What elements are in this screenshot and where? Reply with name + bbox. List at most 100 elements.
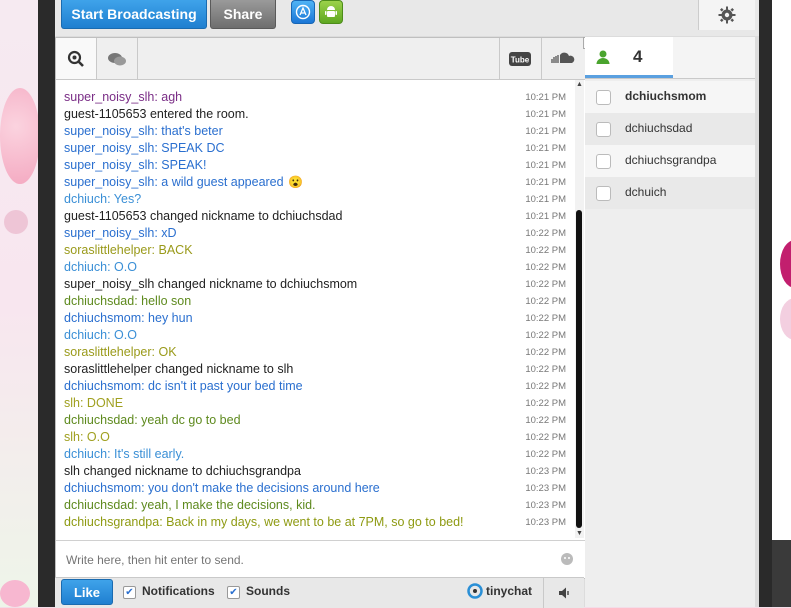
start-broadcasting-button[interactable]: Start Broadcasting	[61, 0, 207, 29]
background-left	[0, 0, 42, 607]
notifications-checkbox[interactable]: ✔	[123, 586, 136, 599]
message-list: super_noisy_slh: agh 10:21 PM guest-110565…	[56, 80, 576, 538]
decorative-dot	[780, 298, 791, 340]
chat-message-time: 10:22 PM	[525, 228, 566, 239]
chat-message-text: dchiuchsdad: yeah, I make the decisions,…	[64, 498, 316, 512]
scroll-down-arrow-icon[interactable]: ▼	[576, 530, 583, 537]
chat-message-time: 10:22 PM	[525, 347, 566, 358]
tinychat-logo[interactable]: tinychat	[467, 583, 532, 599]
scrollbar-thumb[interactable]	[576, 210, 582, 528]
surprised-emoji-icon: 😮	[288, 175, 303, 189]
chat-message: super_noisy_slh: agh 10:21 PM	[64, 89, 572, 106]
chat-message-text: super_noisy_slh: SPEAK!	[64, 158, 207, 172]
user-select-checkbox[interactable]	[596, 122, 611, 137]
sounds-checkbox[interactable]: ✔	[227, 586, 240, 599]
chat-message: dchiuchsmom: dc isn't it past your bed t…	[64, 378, 572, 395]
user-select-checkbox[interactable]	[596, 90, 611, 105]
chat-message-time: 10:22 PM	[525, 330, 566, 341]
chat-message-text: slh changed nickname to dchiuchsgrandpa	[64, 464, 301, 478]
emoticon-icon[interactable]	[560, 552, 574, 569]
scroll-up-arrow-icon[interactable]: ▲	[576, 81, 583, 88]
share-button[interactable]: Share	[210, 0, 276, 29]
frame-right	[758, 0, 772, 607]
chat-tabs: Tube	[56, 38, 585, 80]
user-list-item[interactable]: dchuich	[585, 177, 755, 209]
chat-message-text: super_noisy_slh: SPEAK DC	[64, 141, 225, 155]
user-list-item[interactable]: dchiuchsgrandpa	[585, 145, 755, 177]
chat-message: slh: O.O 10:22 PM	[64, 429, 572, 446]
chat-message: super_noisy_slh: xD 10:22 PM	[64, 225, 572, 242]
chat-message-time: 10:22 PM	[525, 381, 566, 392]
chat-message-time: 10:23 PM	[525, 500, 566, 511]
notifications-label: Notifications	[142, 584, 215, 598]
tab-chat-search[interactable]	[56, 38, 97, 79]
chat-message-time: 10:21 PM	[525, 194, 566, 205]
user-name: dchuich	[625, 185, 667, 199]
user-list-item[interactable]: dchiuchsmom	[585, 81, 755, 113]
decorative-balloon	[0, 88, 40, 184]
speaker-icon	[558, 587, 569, 599]
chat-message-time: 10:21 PM	[525, 143, 566, 154]
soundcloud-icon	[550, 52, 574, 63]
chat-message: dchiuchsmom: hey hun 10:22 PM	[64, 310, 572, 327]
tab-private-messages[interactable]	[97, 38, 138, 79]
chat-message-text: dchiuchsdad: yeah dc go to bed	[64, 413, 241, 427]
chat-message-time: 10:22 PM	[525, 432, 566, 443]
chat-message-text: dchiuch: O.O	[64, 260, 137, 274]
tab-soundcloud[interactable]	[541, 38, 585, 79]
chat-message: slh changed nickname to dchiuchsgrandpa 1…	[64, 463, 572, 480]
user-select-checkbox[interactable]	[596, 154, 611, 169]
mute-button[interactable]	[543, 578, 585, 608]
chat-scrollbar[interactable]: ▲ ▼	[575, 80, 584, 538]
right-background-dark	[772, 540, 791, 607]
chat-panel: Tube super_noisy_slh: agh 10:21 PM guest-1…	[55, 37, 586, 579]
chat-message-text: slh: O.O	[64, 430, 110, 444]
user-name: dchiuchsgrandpa	[625, 153, 717, 167]
tab-users[interactable]: 4	[585, 37, 673, 78]
settings-button[interactable]	[698, 0, 755, 30]
chat-bubbles-icon	[108, 52, 126, 65]
bottom-toolbar: Like ✔ Notifications ✔ Sounds tinychat	[55, 577, 584, 608]
youtube-icon: Tube	[509, 51, 531, 66]
chat-message-time: 10:22 PM	[525, 279, 566, 290]
app-store-icon[interactable]	[291, 0, 315, 24]
chat-message-text: super_noisy_slh: xD	[64, 226, 177, 240]
chat-message-text: super_noisy_slh changed nickname to dchi…	[64, 277, 358, 291]
chat-message-time: 10:22 PM	[525, 415, 566, 426]
chat-message: soraslittlehelper: BACK 10:22 PM	[64, 242, 572, 259]
chat-message-text: soraslittlehelper: OK	[64, 345, 177, 359]
message-input[interactable]	[64, 549, 548, 571]
chat-message-text: soraslittlehelper: BACK	[64, 243, 193, 257]
chat-message-time: 10:23 PM	[525, 483, 566, 494]
android-icon[interactable]	[319, 0, 343, 24]
chat-message-time: 10:22 PM	[525, 449, 566, 460]
like-button[interactable]: Like	[61, 579, 113, 605]
chat-message-text: guest-1105653 changed nickname to dchiuc…	[64, 209, 343, 223]
message-input-row	[56, 540, 585, 578]
tab-youtube[interactable]: Tube	[499, 38, 540, 79]
chat-message-text: dchiuchsmom: dc isn't it past your bed t…	[64, 379, 303, 393]
chat-message-time: 10:21 PM	[525, 177, 566, 188]
chat-message-text: dchiuchsmom: hey hun	[64, 311, 193, 325]
user-list-item[interactable]: dchiuchsdad	[585, 113, 755, 145]
chat-message: soraslittlehelper: OK 10:22 PM	[64, 344, 572, 361]
chat-message-time: 10:22 PM	[525, 398, 566, 409]
chat-message-text: soraslittlehelper changed nickname to sl…	[64, 362, 294, 376]
decorative-dot	[4, 210, 28, 234]
user-list: dchiuchsmom dchiuchsdad dchiuchsgrandpa dch…	[585, 81, 755, 209]
chat-message-text: dchiuch: It's still early.	[64, 447, 185, 461]
chat-message: slh: DONE 10:22 PM	[64, 395, 572, 412]
gear-icon	[718, 6, 736, 24]
tinychat-brand-text: tinychat	[486, 584, 533, 598]
chat-message-time: 10:21 PM	[525, 211, 566, 222]
chat-message-time: 10:21 PM	[525, 126, 566, 137]
chat-message: dchiuch: O.O 10:22 PM	[64, 259, 572, 276]
chat-message-text: slh: DONE	[64, 396, 124, 410]
tinychat-app: Start Broadcasting Share Tube super_nois…	[55, 0, 759, 608]
user-select-checkbox[interactable]	[596, 186, 611, 201]
tinychat-logo-icon	[467, 583, 483, 599]
chat-message-text: dchiuch: Yes?	[64, 192, 142, 206]
svg-text:Tube: Tube	[511, 55, 530, 64]
user-name: dchiuchsdad	[625, 121, 693, 135]
chat-message-time: 10:23 PM	[525, 466, 566, 477]
